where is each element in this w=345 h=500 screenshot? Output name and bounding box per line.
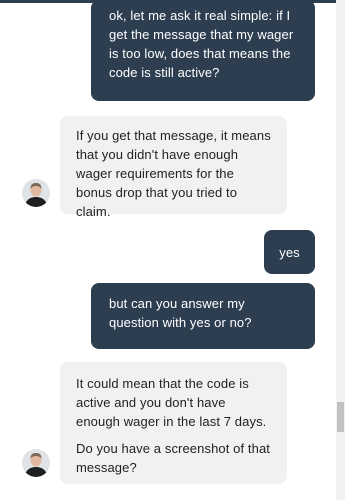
message-text: ok, let me ask it real simple: if I get … <box>109 8 294 80</box>
agent-message: If you get that message, it means that y… <box>60 116 287 219</box>
message-text: yes <box>279 245 300 260</box>
agent-message: It could mean that the code is active an… <box>60 362 287 484</box>
user-message: yes <box>264 230 315 274</box>
scrollbar-thumb[interactable] <box>337 402 344 432</box>
chat-message-list: ok, let me ask it real simple: if I get … <box>0 0 336 500</box>
chat-scrollbar[interactable] <box>336 0 345 500</box>
message-text: It could mean that the code is active an… <box>76 376 267 429</box>
person-icon <box>22 449 50 477</box>
message-text: Do you have a screenshot of that message… <box>76 441 270 475</box>
agent-avatar-icon <box>22 179 50 207</box>
agent-avatar-icon <box>22 449 50 477</box>
message-text: If you get that message, it means that y… <box>76 128 271 219</box>
user-message: but can you answer my question with yes … <box>91 283 315 349</box>
person-icon <box>22 179 50 207</box>
user-message: ok, let me ask it real simple: if I get … <box>91 0 315 101</box>
message-text: but can you answer my question with yes … <box>109 296 252 330</box>
